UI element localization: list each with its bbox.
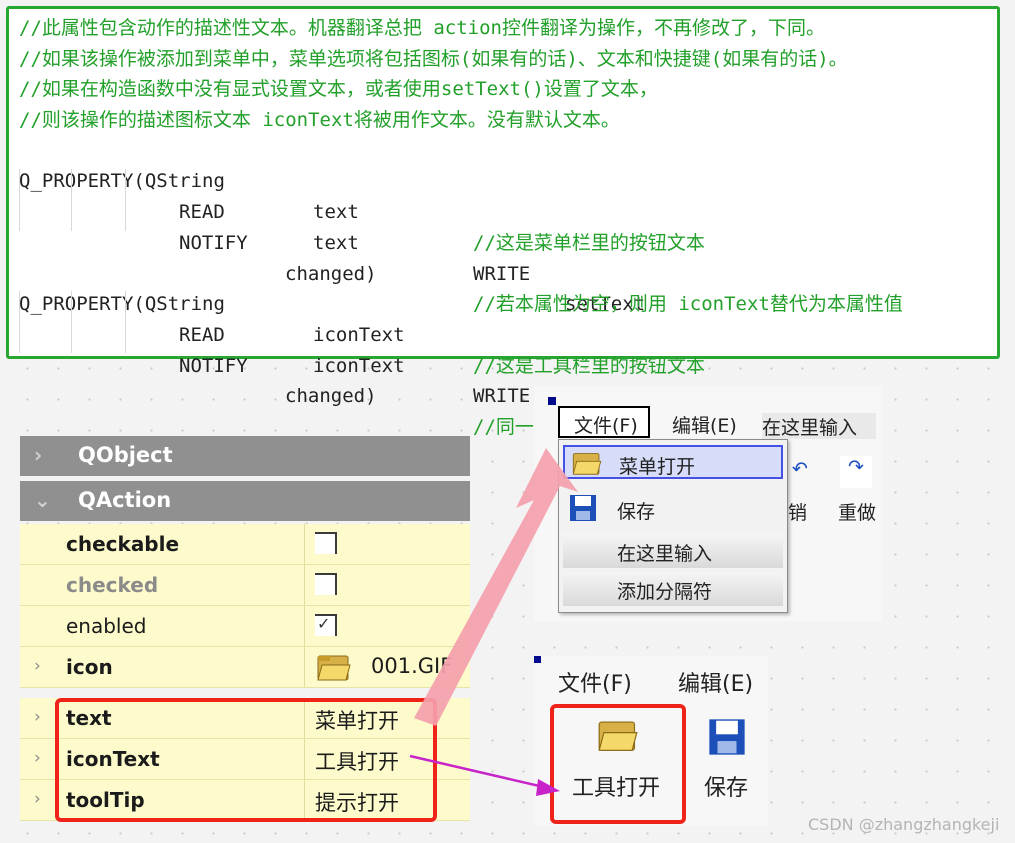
- pink-arrow: [414, 448, 578, 726]
- magenta-arrow-line: [409, 754, 549, 790]
- watermark: CSDN @zhangzhangkeji: [808, 815, 1000, 834]
- magenta-arrow-head: [536, 779, 560, 796]
- annotation-arrows: [409, 448, 578, 796]
